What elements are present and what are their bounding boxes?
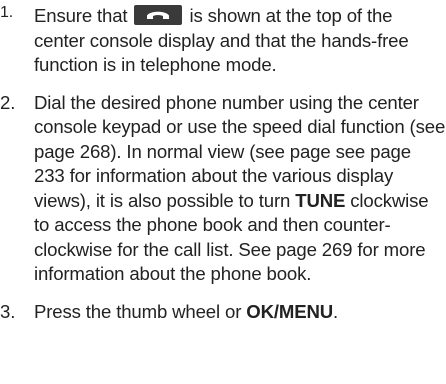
control-name-ok-menu: OK/MENU bbox=[246, 300, 334, 322]
step-text: Press the thumb wheel or bbox=[34, 300, 242, 322]
step-number: 2. bbox=[0, 91, 16, 113]
instruction-steps: 1. Ensure that is shown at the top of th… bbox=[0, 0, 446, 324]
step-text: Ensure that bbox=[34, 5, 128, 26]
step-text-end: . bbox=[333, 300, 339, 322]
step-number: 1. bbox=[0, 4, 14, 21]
step-1: 1. Ensure that is shown at the top of th… bbox=[0, 4, 446, 78]
step-2: 2. Dial the desired phone number using t… bbox=[0, 91, 446, 287]
step-number: 3. bbox=[0, 300, 16, 322]
phone-handset-icon bbox=[134, 5, 183, 25]
control-name-tune: TUNE bbox=[295, 189, 346, 211]
step-3: 3. Press the thumb wheel or OK/MENU. bbox=[0, 300, 446, 325]
